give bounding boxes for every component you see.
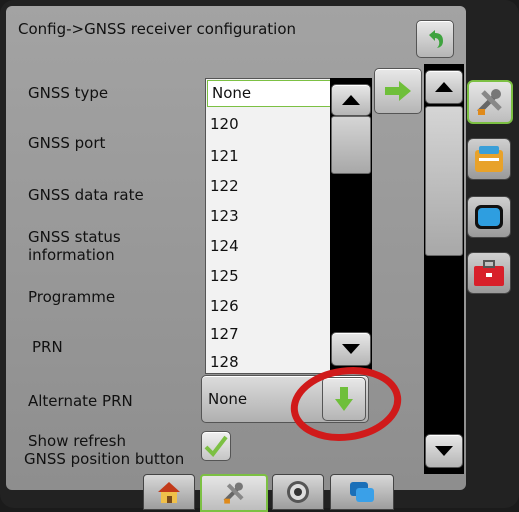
gauge-icon (287, 481, 309, 503)
gnss-status-label-line1: GNSS status (28, 228, 121, 246)
list-item[interactable]: 126 (206, 293, 330, 320)
layers-icon (350, 482, 374, 502)
gnss-port-label: GNSS port (28, 134, 106, 152)
list-item[interactable]: 122 (206, 173, 330, 200)
side-tools-button[interactable] (467, 80, 513, 124)
triangle-up-icon (435, 82, 453, 92)
triangle-down-icon (342, 344, 360, 354)
list-item[interactable]: 123 (206, 203, 330, 230)
prn-dropdown-list[interactable]: None 120 121 122 123 124 125 126 127 128 (205, 78, 331, 374)
show-refresh-label-line1: Show refresh (28, 432, 126, 450)
page-scroll-up-button[interactable] (425, 70, 463, 104)
side-display-button[interactable] (467, 196, 511, 238)
tab-layers[interactable] (330, 474, 394, 510)
prn-list-scroll-down-button[interactable] (331, 332, 371, 366)
console-icon (475, 146, 503, 172)
alternate-prn-value: None (208, 390, 248, 408)
config-panel: Config->GNSS receiver configuration GNSS… (6, 6, 466, 490)
gnss-status-label-line2: information (28, 246, 115, 264)
show-refresh-label-line2: GNSS position button (24, 450, 185, 468)
show-refresh-checkbox[interactable] (201, 431, 231, 461)
back-arrow-icon (429, 30, 443, 48)
back-button[interactable] (416, 20, 454, 58)
page-scroll-thumb[interactable] (425, 106, 463, 256)
alternate-prn-label: Alternate PRN (28, 392, 133, 410)
gnss-data-rate-label: GNSS data rate (28, 186, 144, 204)
toolbox-icon (474, 260, 504, 286)
page-title: Config->GNSS receiver configuration (18, 20, 297, 38)
alternate-prn-open-button[interactable] (322, 377, 366, 421)
list-item[interactable]: 127 (206, 321, 330, 348)
tab-tools[interactable] (200, 474, 268, 512)
prn-list-scroll-thumb[interactable] (331, 116, 371, 174)
side-toolbox-button[interactable] (467, 252, 511, 294)
tab-home[interactable] (143, 474, 195, 510)
list-item[interactable]: 128 (206, 349, 330, 376)
programme-label: Programme (28, 288, 116, 306)
prn-list-scroll-up-button[interactable] (331, 84, 371, 116)
arrow-right-icon (385, 81, 411, 101)
tab-gauge[interactable] (272, 474, 324, 510)
gnss-type-label: GNSS type (28, 84, 109, 102)
triangle-down-icon (435, 446, 453, 456)
home-icon (158, 482, 180, 503)
confirm-button[interactable] (374, 68, 422, 114)
tools-icon (477, 89, 502, 115)
display-icon (475, 205, 503, 229)
arrow-down-icon (335, 387, 353, 411)
prn-selected-item[interactable]: None (207, 80, 331, 107)
checkmark-icon (204, 435, 228, 457)
list-item[interactable]: 120 (206, 111, 330, 138)
list-item[interactable]: 124 (206, 233, 330, 260)
tools-icon (223, 482, 244, 504)
side-console-button[interactable] (467, 138, 511, 180)
list-item[interactable]: 121 (206, 143, 330, 170)
prn-label: PRN (32, 338, 63, 356)
triangle-up-icon (342, 95, 360, 105)
page-scroll-down-button[interactable] (425, 434, 463, 468)
list-item[interactable]: 125 (206, 263, 330, 290)
